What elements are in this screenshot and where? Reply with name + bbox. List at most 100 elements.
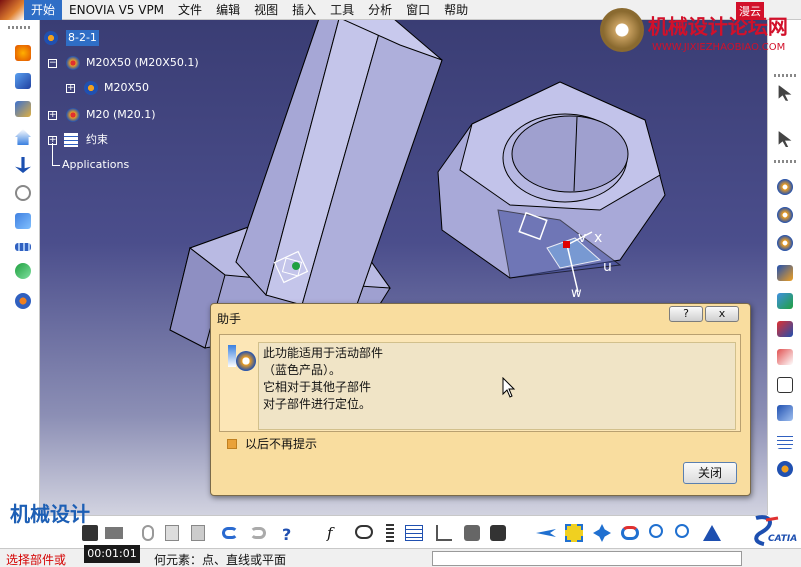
left-toolbar [0, 20, 40, 515]
clip-icon[interactable] [12, 182, 34, 204]
menu-tools[interactable]: 工具 [323, 0, 361, 20]
move-icon[interactable] [774, 262, 796, 284]
app-logo-icon[interactable] [0, 0, 24, 20]
catalog-icon[interactable] [774, 458, 796, 480]
tree-item-label: M20X50 (M20X50.1) [86, 56, 199, 69]
menu-help[interactable]: 帮助 [437, 0, 475, 20]
product-icon [44, 31, 58, 45]
rotate-icon[interactable] [618, 521, 642, 545]
bolt-shank[interactable] [235, 20, 443, 311]
dont-show-again-checkbox[interactable] [227, 438, 237, 449]
toolbar-grip[interactable] [774, 74, 796, 77]
constraints-icon [64, 133, 78, 147]
tools-icon[interactable] [460, 521, 484, 545]
scissors-icon[interactable] [12, 210, 34, 232]
anchor-icon[interactable] [12, 154, 34, 176]
dialog-close-button[interactable]: 关闭 [683, 462, 737, 484]
tree-item-label: Applications [62, 158, 130, 171]
copy-icon[interactable] [160, 521, 184, 545]
house-icon[interactable] [12, 126, 34, 148]
comment-icon[interactable] [352, 521, 376, 545]
paste-icon[interactable] [186, 521, 210, 545]
message-line: 对子部件进行定位。 [263, 397, 372, 411]
tree-expander[interactable]: + [66, 84, 75, 93]
print-icon[interactable] [102, 521, 126, 545]
right-toolbar [767, 20, 801, 515]
fly-icon[interactable] [534, 521, 558, 545]
table-icon[interactable] [402, 521, 426, 545]
pan-icon[interactable] [590, 521, 614, 545]
tree-item-label: M20X50 [104, 81, 150, 94]
bottom-toolbar: ? f [40, 515, 767, 548]
gear-icon[interactable] [774, 176, 796, 198]
menu-window[interactable]: 窗口 [399, 0, 437, 20]
gear-logo-icon [600, 8, 644, 52]
replace-icon[interactable] [774, 290, 796, 312]
table-icon[interactable] [774, 430, 796, 452]
message-line: （蓝色产品）。 [263, 363, 342, 377]
recording-timer: 00:01:01 [84, 545, 140, 563]
tree-root-label: 8-2-1 [66, 30, 99, 46]
part-icon [84, 81, 98, 95]
cut-icon[interactable] [136, 521, 160, 545]
compass-axis-w-label: w [571, 286, 582, 301]
zoom-in-icon[interactable] [646, 521, 670, 545]
toolbar-grip[interactable] [8, 26, 30, 29]
part-icon [66, 108, 80, 122]
menu-start[interactable]: 开始 [24, 0, 63, 20]
bom-icon[interactable] [774, 346, 796, 368]
normal-view-icon[interactable] [700, 521, 724, 545]
text-icon[interactable] [774, 374, 796, 396]
assistant-icon [226, 341, 260, 371]
zoom-out-icon[interactable] [672, 521, 696, 545]
assistant-dialog: 助手 ? x 此功能适用于活动部件 （蓝色产品）。 它相对于其他子部件 对子部件… [210, 303, 751, 496]
dialog-close-x-button[interactable]: x [705, 306, 739, 322]
assembly-icon[interactable] [12, 98, 34, 120]
compass-axis-v-label: v [578, 230, 586, 246]
link-icon[interactable] [12, 260, 34, 282]
gear-icon[interactable] [774, 204, 796, 226]
dialog-title: 助手 [217, 312, 242, 326]
menu-view[interactable]: 视图 [247, 0, 285, 20]
fit-all-icon[interactable] [562, 521, 586, 545]
undo-icon[interactable] [218, 521, 242, 545]
menu-analyze[interactable]: 分析 [361, 0, 399, 20]
gear-icon[interactable] [774, 232, 796, 254]
menu-file[interactable]: 文件 [171, 0, 209, 20]
message-line: 它相对于其他子部件 [263, 380, 372, 394]
box-icon[interactable] [12, 70, 34, 92]
tree-icon[interactable] [432, 521, 456, 545]
command-input[interactable] [432, 551, 742, 566]
watermark-url: WWW.JIXIEZHAOBIAO.COM [652, 42, 786, 53]
macro-icon[interactable] [486, 521, 510, 545]
select-arrow-icon[interactable] [774, 128, 796, 150]
tree-branch-line [52, 165, 60, 166]
status-message: 选择部件或 何元素：点、直线或平面 [6, 551, 286, 567]
tree-expander[interactable]: − [48, 59, 57, 68]
dialog-message: 此功能适用于活动部件 （蓝色产品）。 它相对于其他子部件 对子部件进行定位。 [258, 342, 736, 430]
dont-show-again-label: 以后不再提示 [245, 437, 318, 451]
formula-icon[interactable]: f [324, 521, 348, 545]
knowledge-icon[interactable] [378, 521, 402, 545]
explode-icon[interactable] [774, 318, 796, 340]
compass-axis-x-label: x [594, 230, 602, 246]
sketch-icon[interactable] [12, 42, 34, 64]
whats-this-icon[interactable]: ? [276, 521, 300, 545]
ruler-icon[interactable] [12, 236, 34, 258]
tree-item-label: M20 (M20.1) [86, 108, 156, 121]
menu-insert[interactable]: 插入 [285, 0, 323, 20]
watermark-badge: 漫云 [736, 2, 764, 20]
part-icon [66, 56, 80, 70]
gear-cluster-icon[interactable] [12, 290, 34, 312]
menu-enovia[interactable]: ENOVIA V5 VPM [62, 0, 171, 20]
dialog-help-button[interactable]: ? [669, 306, 703, 322]
balloon-icon[interactable] [774, 402, 796, 424]
status-message-highlight: 选择部件或 [6, 553, 67, 567]
select-arrow-icon[interactable] [774, 82, 796, 104]
tree-expander[interactable]: + [48, 111, 57, 120]
catia-brand: CATIA [768, 534, 798, 544]
toolbar-grip[interactable] [774, 160, 796, 163]
menu-edit[interactable]: 编辑 [209, 0, 247, 20]
dont-show-again-row[interactable]: 以后不再提示 [227, 435, 317, 452]
redo-icon[interactable] [246, 521, 270, 545]
